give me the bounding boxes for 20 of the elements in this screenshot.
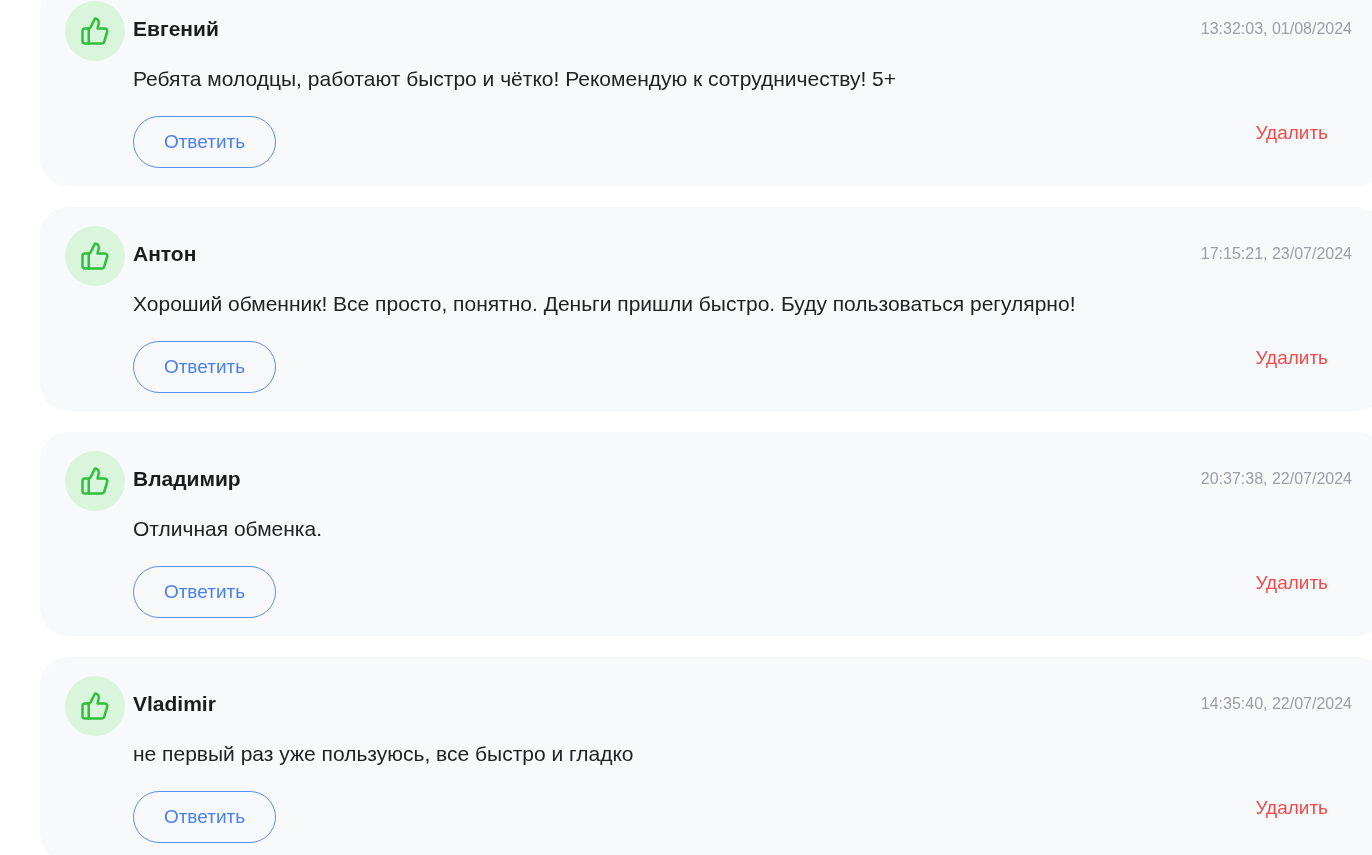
author-name: Евгений — [133, 17, 219, 41]
review-timestamp: 13:32:03, 01/08/2024 — [1200, 19, 1352, 39]
review-timestamp: 17:15:21, 23/07/2024 — [1200, 244, 1352, 264]
delete-link[interactable]: Удалить — [1255, 571, 1328, 595]
thumbs-up-icon — [80, 16, 110, 46]
delete-link[interactable]: Удалить — [1255, 796, 1328, 820]
review-timestamp: 14:35:40, 22/07/2024 — [1200, 694, 1352, 714]
thumbs-up-icon — [80, 466, 110, 496]
thumbs-up-icon — [80, 241, 110, 271]
author-name: Владимир — [133, 467, 241, 491]
review-timestamp: 20:37:38, 22/07/2024 — [1200, 469, 1352, 489]
review-text: Ребята молодцы, работают быстро и чётко! Рекомендую к сотрудничеству! 5+ — [133, 67, 898, 91]
author-name: Антон — [133, 242, 197, 266]
delete-link[interactable]: Удалить — [1255, 346, 1328, 370]
review-text: не первый раз уже пользуюсь, все быстро и гладко — [133, 742, 635, 766]
review-text: Хороший обменник! Все просто, понятно. Деньги пришли быстро. Буду пользоваться регулярно! — [133, 292, 1077, 316]
author-name: Vladimir — [133, 692, 216, 716]
thumbs-up-icon — [80, 691, 110, 721]
review-text: Отличная обменка. — [133, 517, 324, 541]
delete-link[interactable]: Удалить — [1255, 121, 1328, 145]
